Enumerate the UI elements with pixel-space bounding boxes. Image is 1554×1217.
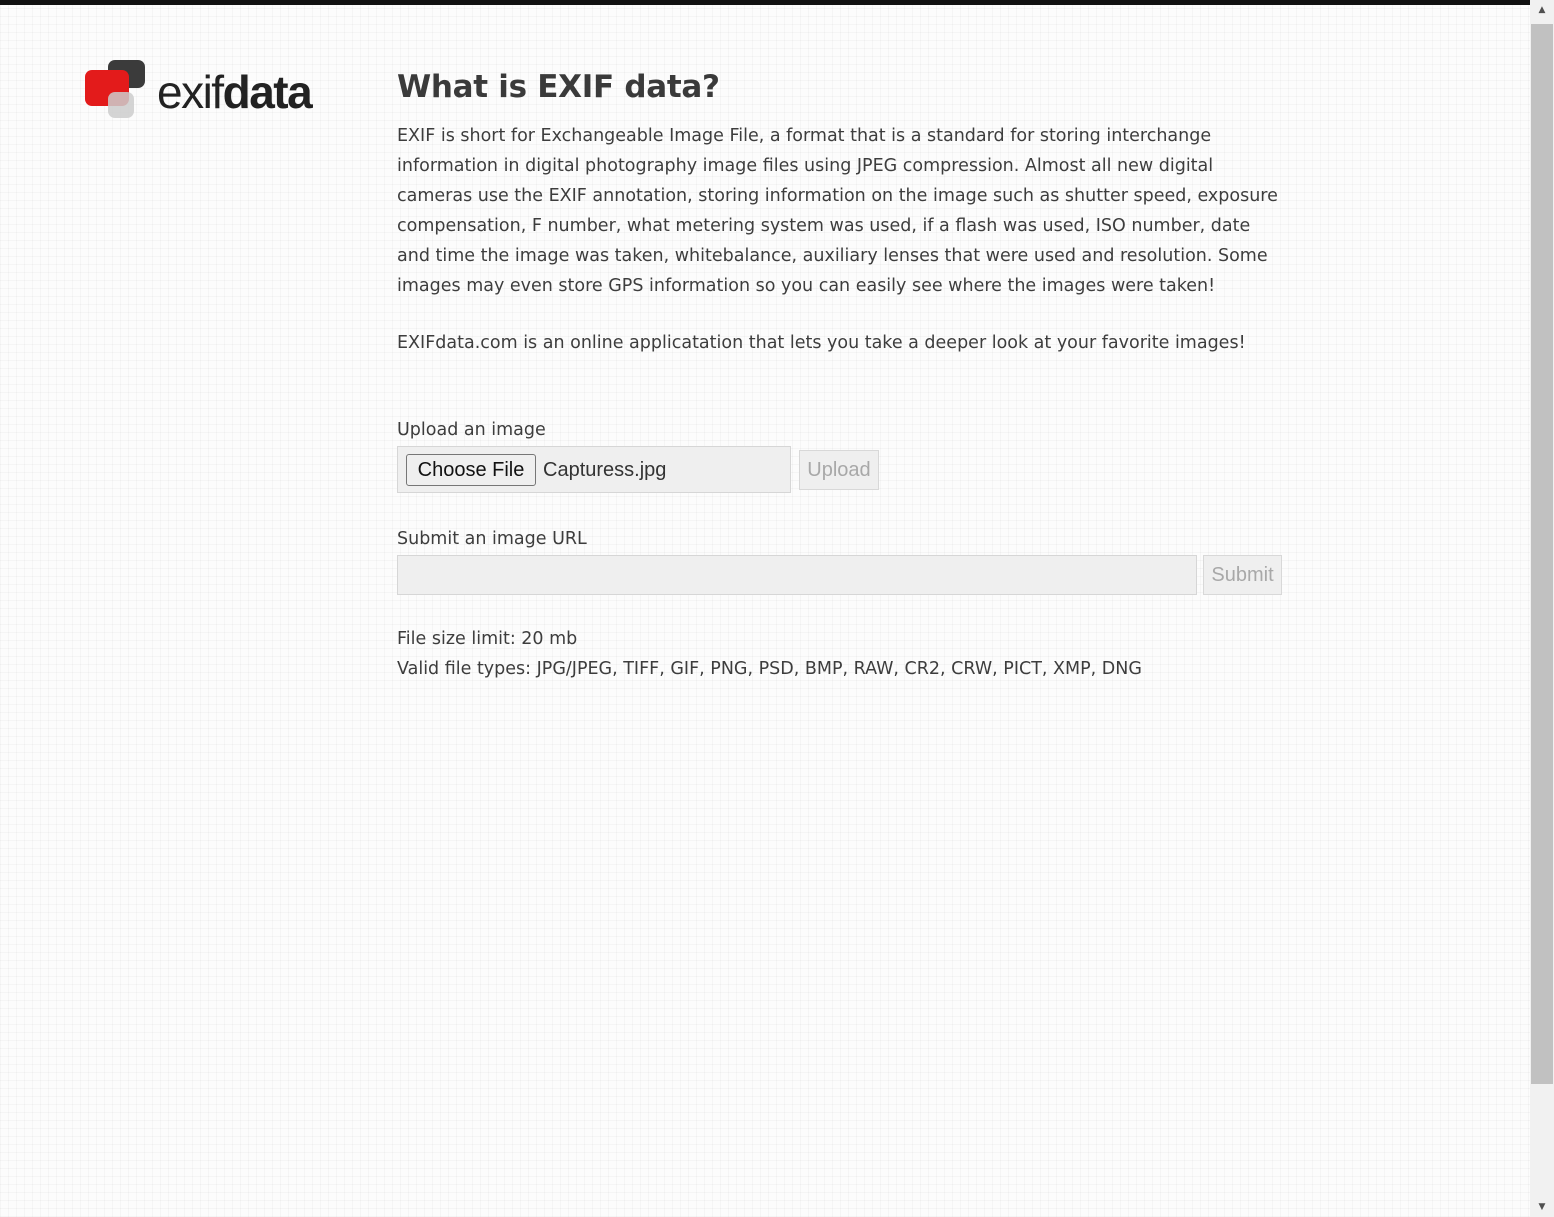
site-tagline: EXIFdata.com is an online applicatation … xyxy=(397,333,1246,353)
selected-file-name: Capturess.jpg xyxy=(543,459,667,481)
logo-text-bold: data xyxy=(222,66,313,118)
scroll-thumb[interactable] xyxy=(1531,24,1553,1084)
scroll-up-arrow-icon[interactable]: ▲ xyxy=(1530,0,1554,20)
page-title: What is EXIF data? xyxy=(397,69,720,105)
top-bar xyxy=(0,0,1530,5)
submit-button[interactable]: Submit xyxy=(1203,555,1282,595)
logo-text-light: exif xyxy=(157,66,224,118)
image-url-input[interactable] xyxy=(397,555,1197,595)
url-label: Submit an image URL xyxy=(397,529,587,549)
main-content: What is EXIF data? EXIF is short for Exc… xyxy=(397,66,1287,358)
file-input[interactable]: Choose File Capturess.jpg xyxy=(397,446,791,493)
upload-button[interactable]: Upload xyxy=(799,450,879,490)
logo-mark-icon xyxy=(84,58,148,122)
logo-light-square xyxy=(108,92,134,118)
choose-file-button[interactable]: Choose File xyxy=(406,454,536,486)
site-logo[interactable]: exifdata xyxy=(84,58,334,122)
scroll-down-arrow-icon[interactable]: ▼ xyxy=(1530,1197,1554,1217)
exif-description: EXIF is short for Exchangeable Image Fil… xyxy=(397,126,1278,296)
file-size-limit: File size limit: 20 mb xyxy=(397,629,578,649)
valid-file-types: Valid file types: JPG/JPEG, TIFF, GIF, P… xyxy=(397,659,1142,679)
vertical-scrollbar[interactable]: ▲ ▼ xyxy=(1530,0,1554,1217)
logo-wordmark: exifdata xyxy=(157,64,313,120)
file-limits: File size limit: 20 mb Valid file types:… xyxy=(397,624,1142,684)
upload-label: Upload an image xyxy=(397,420,546,440)
